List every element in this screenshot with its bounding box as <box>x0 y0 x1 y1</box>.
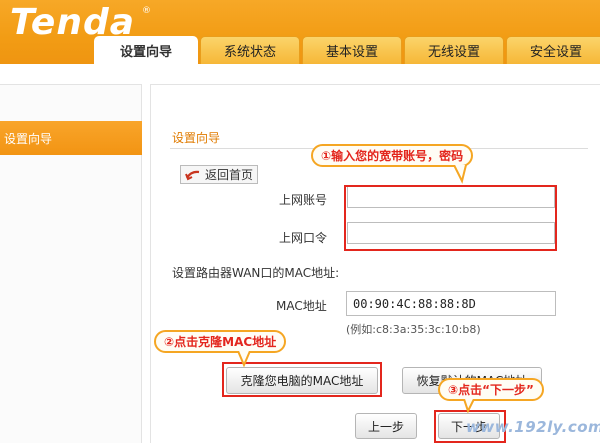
site-watermark: www.192ly.com <box>466 418 600 436</box>
sidebar-item-setup-wizard[interactable]: 设置向导 <box>0 121 142 155</box>
registered-mark: ® <box>142 6 151 16</box>
step1-callout: ①输入您的宽带账号，密码 <box>311 144 474 167</box>
tab-setup-wizard[interactable]: 设置向导 <box>94 36 198 64</box>
mac-section-label: 设置路由器WAN口的MAC地址: <box>172 266 340 280</box>
main-tabs: 设置向导 系统状态 基本设置 无线设置 安全设置 <box>94 36 600 64</box>
tab-basic-settings[interactable]: 基本设置 <box>302 36 402 64</box>
tab-wireless-settings[interactable]: 无线设置 <box>404 36 504 64</box>
prev-step-button[interactable]: 上一步 <box>355 413 417 439</box>
header-bar: Tenda ® 设置向导 系统状态 基本设置 无线设置 安全设置 <box>0 0 600 64</box>
tab-system-status[interactable]: 系统状态 <box>200 36 300 64</box>
return-arrow-icon <box>185 169 201 181</box>
account-password-highlight <box>344 185 557 251</box>
tab-security-settings[interactable]: 安全设置 <box>506 36 600 64</box>
step3-callout-tail <box>463 399 475 413</box>
clone-mac-highlight <box>222 362 382 397</box>
mac-address-input[interactable]: 00:90:4C:88:88:8D <box>346 291 556 316</box>
step3-callout: ③点击“下一步” <box>438 378 544 401</box>
mac-label: MAC地址 <box>276 299 327 313</box>
return-home-button[interactable]: 返回首页 <box>180 165 258 184</box>
step2-callout: ②点击克隆MAC地址 <box>154 330 287 353</box>
mac-example-hint: (例如:c8:3a:35:3c:10:b8) <box>346 323 481 336</box>
sidebar: 设置向导 <box>0 84 142 443</box>
step1-callout-tail <box>453 165 467 184</box>
step2-callout-tail <box>237 351 251 367</box>
password-label: 上网口令 <box>279 231 328 245</box>
return-home-label: 返回首页 <box>205 168 254 182</box>
account-label: 上网账号 <box>279 193 328 207</box>
page-title: 设置向导 <box>172 131 221 145</box>
